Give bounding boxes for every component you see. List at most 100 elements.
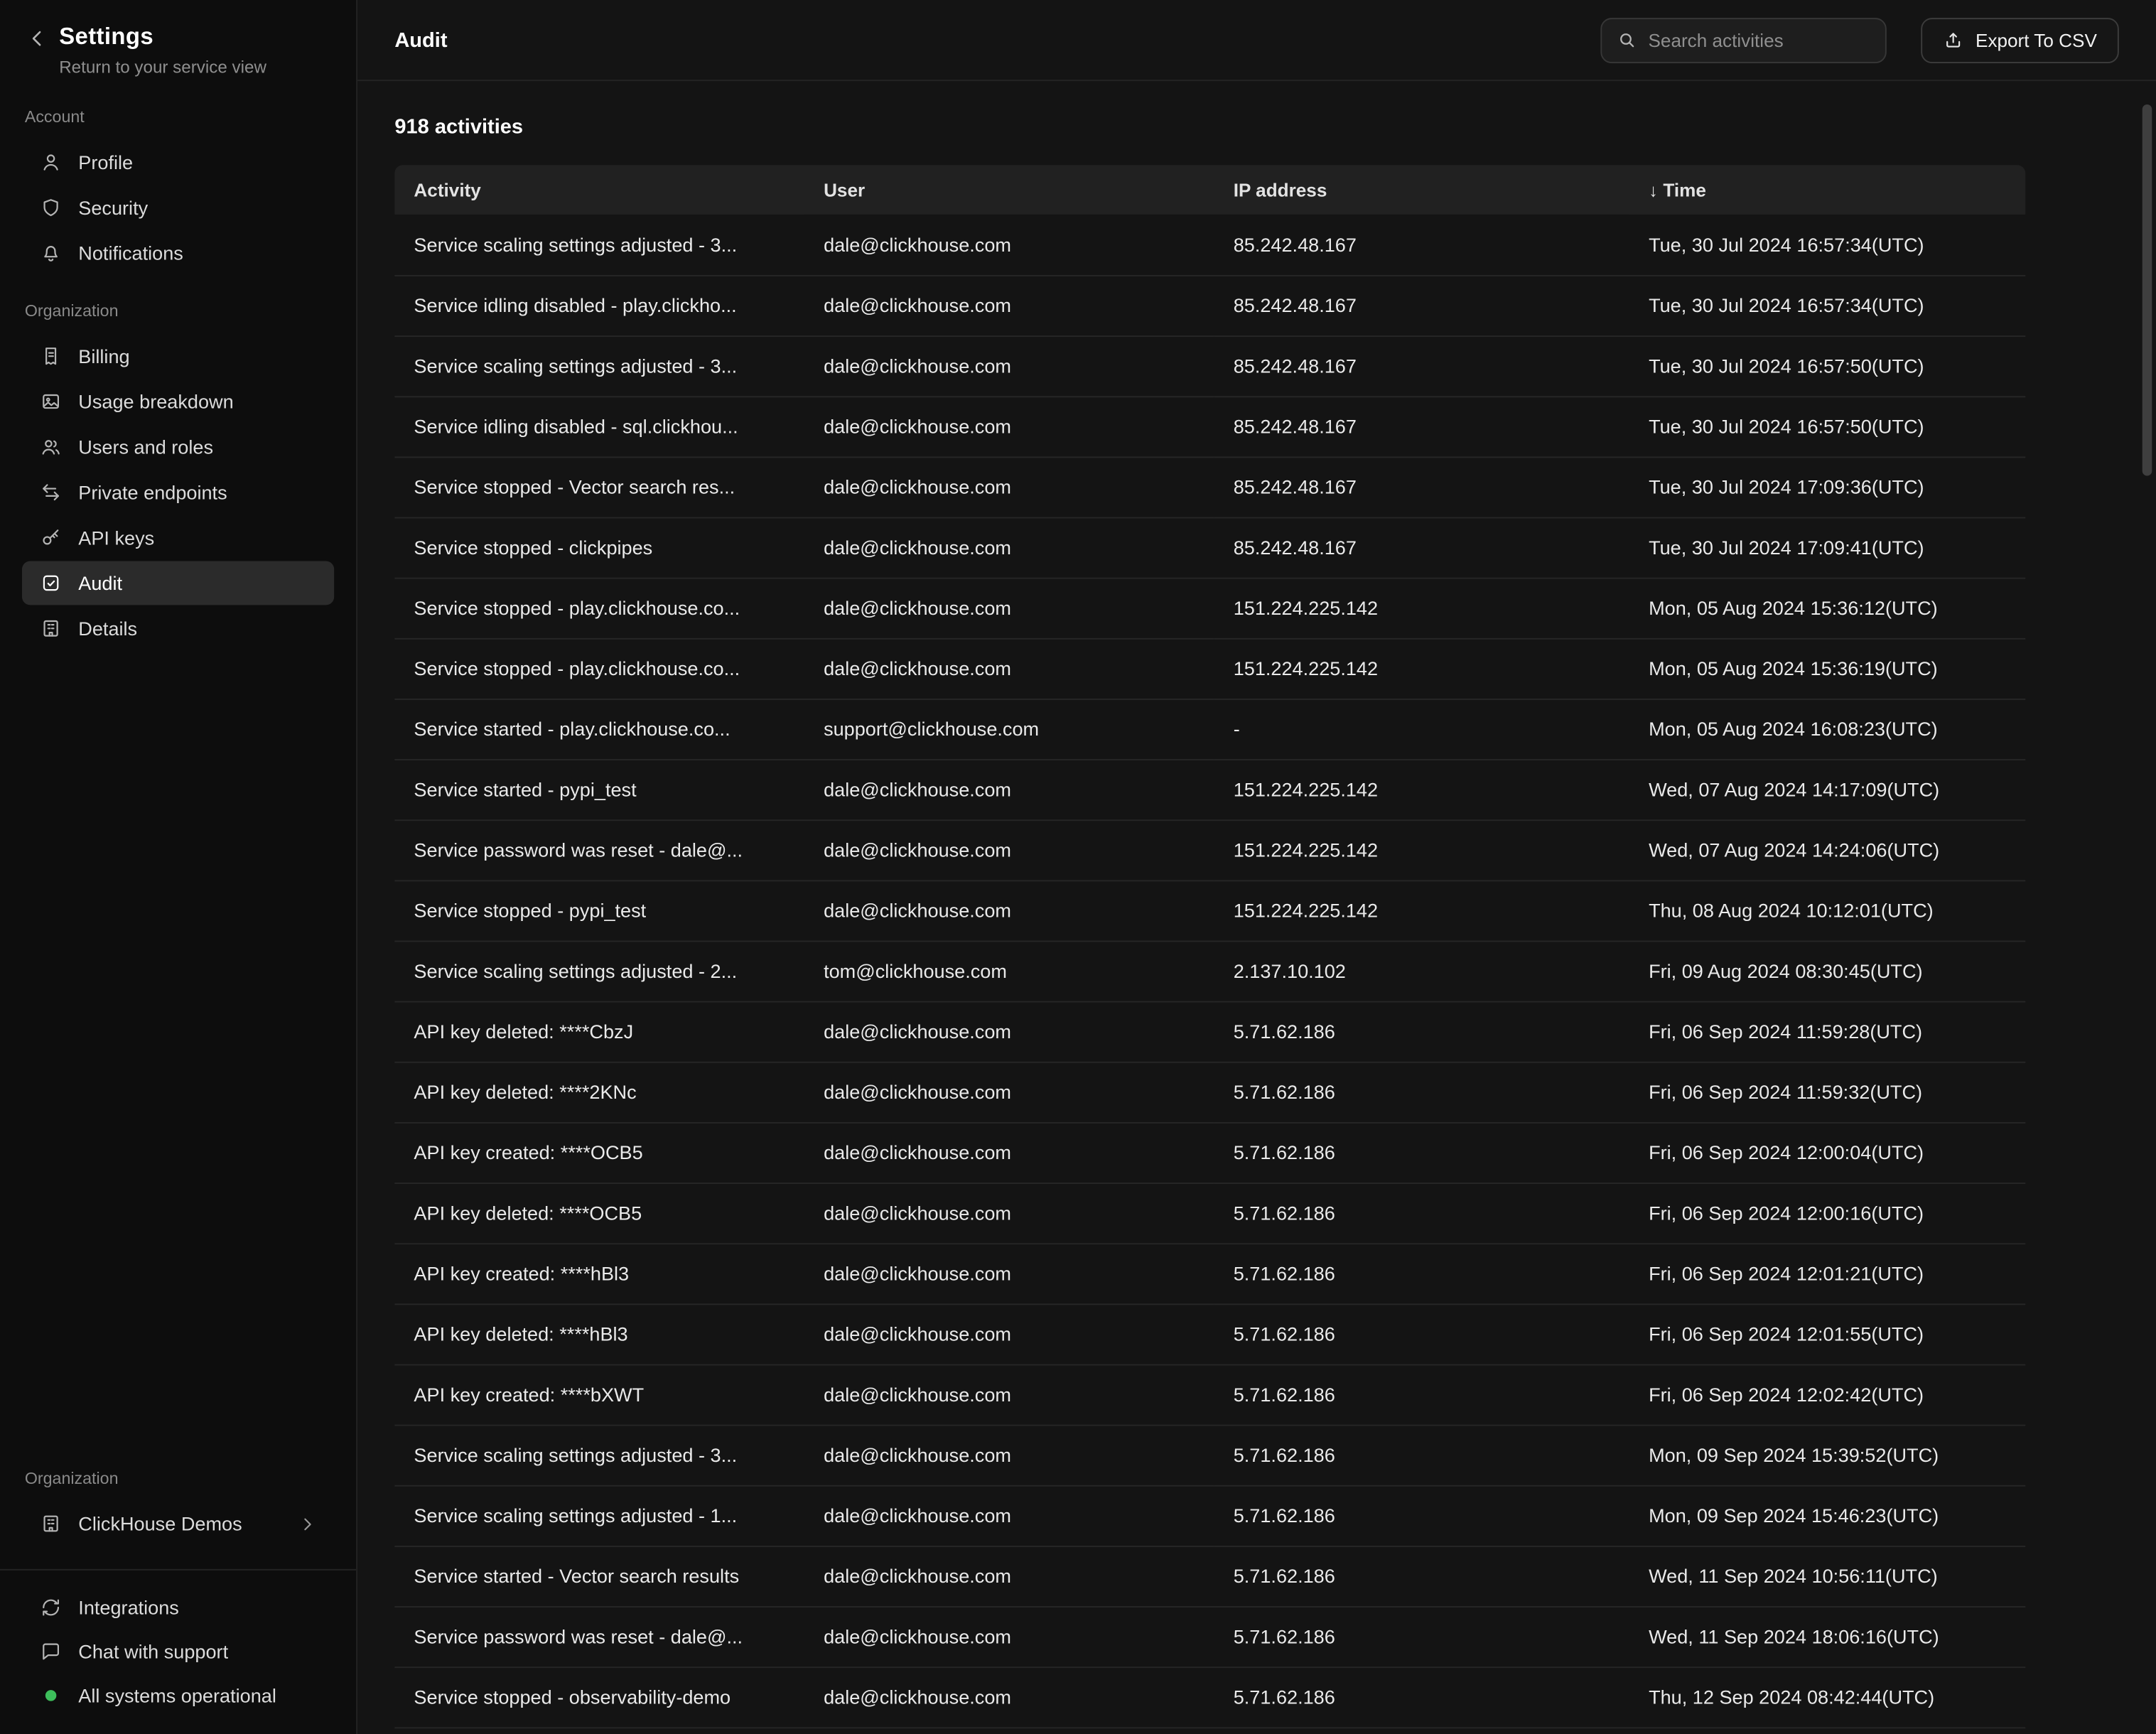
activity-cell: API key deleted: ****CbzJ — [394, 1001, 804, 1062]
user-cell: dale@clickhouse.com — [804, 275, 1214, 335]
user-cell: dale@clickhouse.com — [804, 215, 1214, 275]
activity-cell: Service stopped - clickpipes — [394, 517, 804, 578]
sidebar-item-details[interactable]: Details — [22, 606, 334, 650]
user-cell: dale@clickhouse.com — [804, 880, 1214, 940]
activity-cell: API key deleted: ****OCB5 — [394, 1183, 804, 1243]
footer-item-chat-with-support[interactable]: Chat with support — [22, 1630, 334, 1672]
footer-item-label: Chat with support — [78, 1639, 228, 1662]
activity-cell: Service password was reset - dale@... — [394, 1606, 804, 1666]
activity-cell: API key deleted: ****hBl3 — [394, 1303, 804, 1364]
receipt-icon — [40, 345, 62, 367]
search-icon — [1617, 31, 1636, 50]
activity-cell: Service scaling settings adjusted - 3... — [394, 335, 804, 396]
table-row: API key deleted: ****hBl3dale@clickhouse… — [394, 1303, 2025, 1364]
activity-cell: API key deleted: ****2KNc — [394, 1062, 804, 1122]
table-row: Service stopped - play.clickhouse.co...d… — [394, 578, 2025, 638]
sidebar-sections: AccountProfileSecurityNotificationsOrgan… — [0, 82, 356, 652]
sidebar-item-api-keys[interactable]: API keys — [22, 516, 334, 560]
sidebar-item-audit[interactable]: Audit — [22, 561, 334, 605]
column-header-label: Time — [1663, 180, 1705, 200]
time-cell: Tue, 30 Jul 2024 16:57:34(UTC) — [1629, 215, 2025, 275]
user-cell: dale@clickhouse.com — [804, 1243, 1214, 1303]
export-csv-label: Export To CSV — [1976, 30, 2097, 50]
ip-cell: 151.224.225.142 — [1214, 819, 1629, 880]
activity-cell: Service started - pypi_test — [394, 759, 804, 819]
scrollbar-thumb[interactable] — [2142, 104, 2152, 475]
sidebar-item-security[interactable]: Security — [22, 185, 334, 230]
activity-cell: Service started - play.clickhouse.co... — [394, 699, 804, 759]
org-switcher-label: ClickHouse Demos — [78, 1513, 242, 1535]
ip-cell: 85.242.48.167 — [1214, 335, 1629, 396]
back-button[interactable] — [25, 28, 50, 53]
table-body: Service scaling settings adjusted - 3...… — [394, 215, 2025, 1728]
time-cell: Fri, 09 Aug 2024 08:30:45(UTC) — [1629, 941, 2025, 1001]
return-to-service-link[interactable]: Return to your service view — [59, 58, 266, 77]
user-cell: dale@clickhouse.com — [804, 819, 1214, 880]
table-row: Service scaling settings adjusted - 3...… — [394, 1425, 2025, 1485]
audit-content: 918 activities ActivityUserIP address↓Ti… — [357, 81, 2156, 1734]
audit-page: Audit Export To CSV 918 activities — [357, 0, 2156, 1734]
sidebar-header: Settings Return to your service view — [0, 0, 356, 82]
sidebar-item-profile[interactable]: Profile — [22, 140, 334, 184]
user-cell: dale@clickhouse.com — [804, 1364, 1214, 1425]
column-header-ip-address[interactable]: IP address — [1214, 165, 1629, 215]
user-cell: dale@clickhouse.com — [804, 517, 1214, 578]
building-icon — [40, 1513, 62, 1535]
column-header-activity[interactable]: Activity — [394, 165, 804, 215]
user-cell: dale@clickhouse.com — [804, 1183, 1214, 1243]
table-row: API key created: ****bXWTdale@clickhouse… — [394, 1364, 2025, 1425]
activity-cell: API key created: ****OCB5 — [394, 1122, 804, 1183]
column-header-user[interactable]: User — [804, 165, 1214, 215]
user-cell: dale@clickhouse.com — [804, 456, 1214, 517]
footer-item-all-systems-operational[interactable]: All systems operational — [22, 1674, 334, 1716]
table-row: Service idling disabled - sql.clickhou..… — [394, 396, 2025, 456]
time-cell: Fri, 06 Sep 2024 12:00:16(UTC) — [1629, 1183, 2025, 1243]
activity-cell: Service password was reset - dale@... — [394, 819, 804, 880]
ip-cell: 5.71.62.186 — [1214, 1243, 1629, 1303]
user-cell: dale@clickhouse.com — [804, 1062, 1214, 1122]
ip-cell: - — [1214, 699, 1629, 759]
time-cell: Tue, 30 Jul 2024 17:09:41(UTC) — [1629, 517, 2025, 578]
user-cell: dale@clickhouse.com — [804, 1666, 1214, 1727]
activity-cell: Service scaling settings adjusted - 3... — [394, 1425, 804, 1485]
sidebar-item-private-endpoints[interactable]: Private endpoints — [22, 470, 334, 515]
ip-cell: 5.71.62.186 — [1214, 1666, 1629, 1727]
time-cell: Mon, 05 Aug 2024 15:36:19(UTC) — [1629, 638, 2025, 699]
sidebar-item-label: Profile — [78, 151, 133, 173]
activity-cell: API key created: ****bXWT — [394, 1364, 804, 1425]
ip-cell: 5.71.62.186 — [1214, 1485, 1629, 1546]
column-header-time[interactable]: ↓Time — [1629, 165, 2025, 215]
sidebar-item-usage-breakdown[interactable]: Usage breakdown — [22, 379, 334, 424]
page-title: Audit — [394, 28, 447, 52]
sidebar-item-label: Usage breakdown — [78, 391, 233, 413]
export-csv-button[interactable]: Export To CSV — [1921, 17, 2119, 63]
time-cell: Fri, 06 Sep 2024 12:00:04(UTC) — [1629, 1122, 2025, 1183]
sidebar-item-billing[interactable]: Billing — [22, 334, 334, 378]
search-input[interactable] — [1648, 30, 1870, 50]
table-row: Service stopped - pypi_testdale@clickhou… — [394, 880, 2025, 940]
activity-cell: Service stopped - observability-demo — [394, 1666, 804, 1727]
table-row: Service started - play.clickhouse.co...s… — [394, 699, 2025, 759]
user-cell: dale@clickhouse.com — [804, 759, 1214, 819]
ip-cell: 5.71.62.186 — [1214, 1606, 1629, 1666]
activity-cell: Service started - Vector search results — [394, 1546, 804, 1606]
footer-item-integrations[interactable]: Integrations — [22, 1585, 334, 1628]
sort-desc-icon: ↓ — [1649, 180, 1658, 200]
org-switcher[interactable]: ClickHouse Demos — [22, 1502, 334, 1546]
app-window: Settings Return to your service view Acc… — [0, 0, 2156, 1734]
bell-icon — [40, 242, 62, 264]
table-row: Service stopped - play.clickhouse.co...d… — [394, 638, 2025, 699]
sidebar-item-notifications[interactable]: Notifications — [22, 231, 334, 275]
table-row: Service stopped - clickpipesdale@clickho… — [394, 517, 2025, 578]
sidebar-item-label: Users and roles — [78, 436, 213, 458]
sidebar-item-label: Audit — [78, 572, 122, 594]
sidebar-item-users-and-roles[interactable]: Users and roles — [22, 425, 334, 469]
scrollbar-track[interactable] — [2142, 85, 2152, 1728]
swap-arrows-icon — [40, 481, 62, 503]
image-icon — [40, 391, 62, 413]
footer-item-label: Integrations — [78, 1596, 179, 1618]
checkbox-icon — [40, 572, 62, 594]
activity-cell: Service stopped - Vector search res... — [394, 456, 804, 517]
ip-cell: 151.224.225.142 — [1214, 880, 1629, 940]
sidebar-item-label: API keys — [78, 527, 154, 549]
